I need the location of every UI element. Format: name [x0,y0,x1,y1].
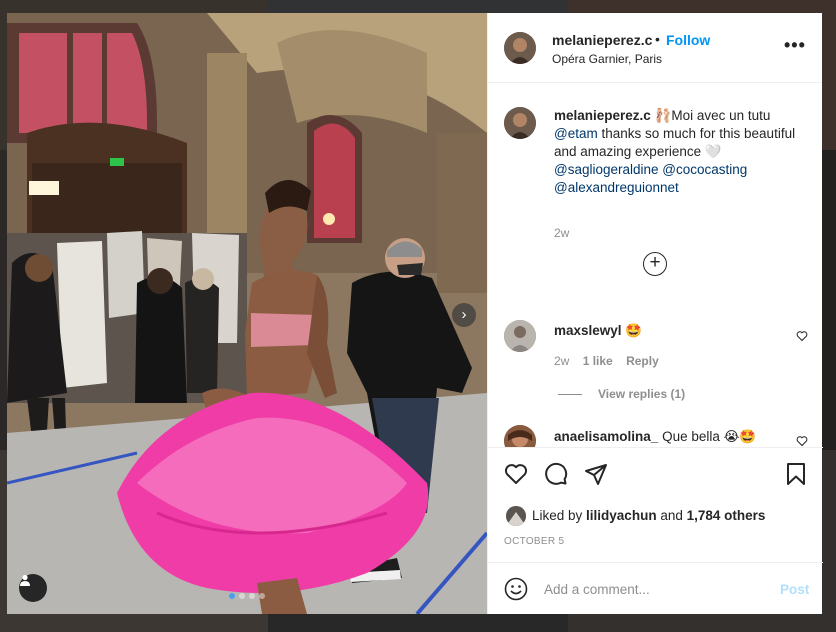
comments-section: melanieperez.c 🩰Moi avec un tutu @etam t… [488,84,823,447]
caption-timestamp[interactable]: 2w [554,226,569,240]
share-icon[interactable] [584,462,608,486]
post-actions: Liked by lilidyachun and 1,784 others OC… [488,447,823,562]
reply-button[interactable]: Reply [626,354,659,368]
carousel-dot [229,593,235,599]
author-avatar[interactable] [504,32,536,64]
chevron-right-icon: › [461,306,467,323]
likes-conjunction: and [656,508,687,523]
post-photo: › [7,13,487,614]
post-date[interactable]: OCTOBER 5 [504,536,564,547]
bookmark-icon[interactable] [784,462,808,486]
post-caption: melanieperez.c 🩰Moi avec un tutu @etam t… [554,107,809,197]
view-replies-button[interactable]: View replies (1) [598,387,685,401]
liker-avatar[interactable] [506,506,526,526]
liked-by-user[interactable]: lilidyachun [586,508,657,523]
comment-like-icon[interactable] [796,435,808,447]
comment-username[interactable]: anaelisamolina_ [554,429,658,444]
header-separator: • [655,31,660,47]
comment-input[interactable] [544,579,764,599]
comment-text: 🤩 [621,323,643,338]
plus-circle-icon: + [649,252,661,273]
likes-count[interactable]: 1,784 others [687,508,766,523]
mention-link[interactable]: @etam [554,126,598,141]
replies-divider [558,394,582,395]
carousel-dot [239,593,245,599]
mention-link[interactable]: @saglіogeraldine [554,162,659,177]
load-more-comments-button[interactable]: + [643,252,667,276]
more-options-icon[interactable]: ••• [784,35,806,56]
comment-like-icon[interactable] [796,330,808,342]
post-location[interactable]: Opéra Garnier, Paris [552,52,662,66]
heart-icon[interactable] [504,462,528,486]
comment-username[interactable]: maxslewyl [554,323,622,338]
caption-username[interactable]: melanieperez.c [554,108,651,123]
comment-likes[interactable]: 1 like [583,354,613,368]
comment-text: Que bella 😭🤩 [658,429,757,444]
tagged-users-button[interactable] [19,574,47,602]
caption-text: 🩰Moi avec un tutu [650,108,771,123]
comment-icon[interactable] [544,462,568,486]
caption-avatar[interactable] [504,107,536,139]
carousel-indicator [229,593,265,599]
user-tag-icon [20,574,30,586]
comment-timestamp[interactable]: 2w [554,354,569,368]
mention-link[interactable]: @alexandreguionnet [554,180,679,195]
carousel-dot [249,593,255,599]
comment-avatar[interactable] [504,425,536,447]
next-photo-button[interactable]: › [452,303,476,327]
mention-link[interactable]: @cococasting [662,162,747,177]
post-sidebar: melanieperez.c • Follow Opéra Garnier, P… [487,13,823,614]
comment-item: maxslewyl 🤩 [554,322,642,340]
photo-scene [7,13,487,614]
comment-composer: Post [488,562,823,614]
emoji-icon[interactable] [504,577,528,601]
follow-button[interactable]: Follow [666,32,710,48]
comment-item: anaelisamolina_ Que bella 😭🤩 [554,428,756,446]
likes-summary: Liked by lilidyachun and 1,784 others [532,508,765,523]
likes-prefix: Liked by [532,508,587,523]
author-username[interactable]: melanieperez.c [552,32,652,48]
post-header: melanieperez.c • Follow Opéra Garnier, P… [488,13,822,83]
post-modal: › melanieperez.c • Follow Opéra Garnier,… [7,13,823,614]
carousel-dot [259,593,265,599]
comment-avatar[interactable] [504,320,536,352]
post-comment-button[interactable]: Post [780,582,809,597]
comment-meta: 2w 1 like Reply [554,354,659,368]
